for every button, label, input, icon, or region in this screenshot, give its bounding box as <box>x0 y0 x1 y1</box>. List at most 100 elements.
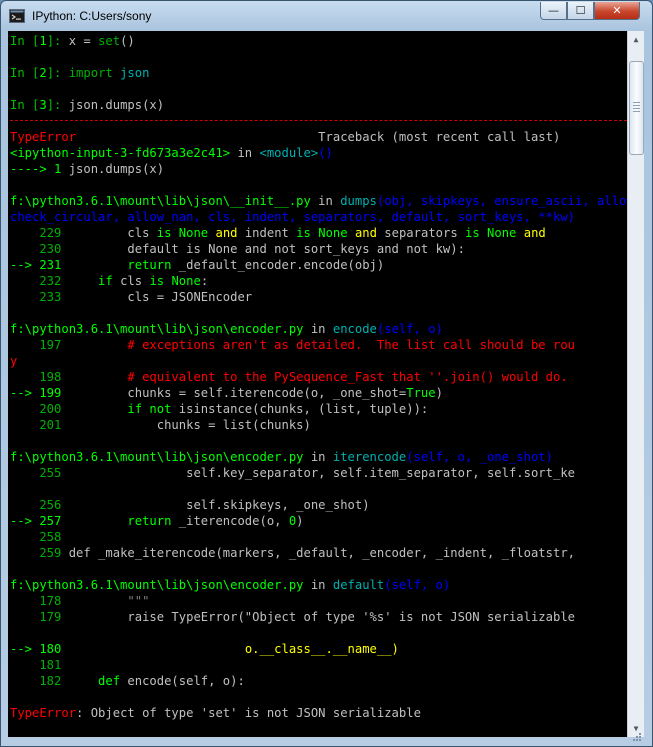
console-text: f:\python3.6.1\mount\lib\json\encoder.py <box>10 450 304 464</box>
console-text: separators <box>384 226 466 240</box>
console-app-icon <box>9 9 25 23</box>
console-text: Traceback (most recent call last) <box>76 130 561 144</box>
console-text: f:\python3.6.1\mount\lib\json\encoder.py <box>10 578 304 592</box>
console-text: 233 <box>10 290 69 304</box>
console-text: : <box>200 274 209 288</box>
console-text: ]: <box>46 34 69 48</box>
console-text: : Object of type 'set' is not JSON seria… <box>76 706 421 720</box>
console-text: 182 <box>10 674 69 688</box>
console-text: ) <box>296 514 304 528</box>
console-text: x = <box>68 34 99 48</box>
console-text: In [ <box>10 34 40 48</box>
console-text: if not <box>68 402 179 416</box>
console-line: 233 cls = JSONEncoder <box>10 289 627 305</box>
console-text: default is None and not sort_keys and no… <box>68 242 465 256</box>
console-line: In [1]: x = set() <box>10 33 627 49</box>
console-text: check_circular, allow_nan, cls, indent, … <box>10 210 575 224</box>
console-text: (self, o) <box>384 578 451 592</box>
console-line: 178 """ <box>10 593 627 609</box>
console-text: _default_encoder.encode(obj) <box>178 258 385 272</box>
console-text: <module> <box>259 146 319 160</box>
console-line: 255 self.key_separator, self.item_separa… <box>10 465 627 481</box>
console-text: def <box>68 674 128 688</box>
console-text: in <box>310 194 341 208</box>
console-line: <ipython-input-3-fd673a3e2c41> in <modul… <box>10 145 627 161</box>
close-button[interactable]: ✕ <box>594 2 640 20</box>
console-line: --> 257 return _iterencode(o, 0) <box>10 513 627 529</box>
title-bar[interactable]: IPython: C:Users/sony — ☐ ✕ <box>1 1 652 31</box>
console-line: 198 # equivalent to the PySequence_Fast … <box>10 369 627 385</box>
maximize-button[interactable]: ☐ <box>567 2 594 20</box>
console-text: 201 <box>10 418 69 432</box>
console-text: cls <box>120 274 150 288</box>
console-text: isinstance(chunks, (list, tuple)): <box>178 402 429 416</box>
console-text: TypeError <box>10 706 77 720</box>
console-text: in <box>303 450 333 464</box>
console-text: --> 180 <box>10 642 69 656</box>
console-line: In [3]: json.dumps(x) <box>10 97 627 113</box>
minimize-button[interactable]: — <box>540 2 567 20</box>
console-text: 229 <box>10 226 69 240</box>
console-text: (self, o) <box>376 322 443 336</box>
console-text: self.skipkeys, _one_shot) <box>68 498 370 512</box>
console-text: # equivalent to the PySequence_Fast that… <box>68 370 568 384</box>
console-output[interactable]: In [1]: x = set() In [2]: import json In [… <box>8 31 627 737</box>
console-text: None <box>171 274 201 288</box>
console-line: 179 raise TypeError("Object of type '%s'… <box>10 609 627 625</box>
console-line: 258 <box>10 529 627 545</box>
console-line: In [2]: import json <box>10 65 627 81</box>
console-text: ) <box>435 386 443 400</box>
console-text: cls = JSONEncoder <box>68 290 253 304</box>
console-text: () <box>120 34 135 48</box>
console-text: In [ <box>10 66 40 80</box>
console-text: ]: <box>46 66 69 80</box>
scroll-up-arrow-icon[interactable]: ▲ <box>628 31 644 48</box>
console-text: True <box>406 386 436 400</box>
console-text: 258 <box>10 530 69 544</box>
console-text: TypeError <box>10 130 77 144</box>
console-text: and <box>208 226 245 240</box>
console-line: check_circular, allow_nan, cls, indent, … <box>10 209 627 225</box>
console-text: None <box>178 226 209 240</box>
console-text: 2 <box>39 66 47 80</box>
console-text: y <box>10 354 18 368</box>
console-text: is <box>296 226 311 240</box>
resize-grip-icon[interactable] <box>627 729 644 746</box>
console-text: in <box>230 146 260 160</box>
console-text: 256 <box>10 498 69 512</box>
console-line: f:\python3.6.1\mount\lib\json\encoder.py… <box>10 449 627 465</box>
console-text: chunks = list(chunks) <box>68 418 311 432</box>
console-text: json <box>120 66 150 80</box>
console-text: import <box>68 66 113 80</box>
vertical-scrollbar[interactable]: ▲ ▼ <box>627 31 644 737</box>
console-text: cls <box>68 226 157 240</box>
console-text: ]: <box>46 98 69 112</box>
console-line: 256 self.skipkeys, _one_shot) <box>10 497 627 513</box>
console-text: ----> 1 <box>10 162 69 176</box>
console-text: chunks = self.iterencode(o, _one_shot= <box>68 386 407 400</box>
console-line: ----> 1 json.dumps(x) <box>10 161 627 177</box>
console-text: (obj, skipkeys, ensure_ascii, allow_nan,… <box>376 194 627 208</box>
scrollbar-thumb[interactable] <box>629 61 644 155</box>
scrollbar-grip-icon <box>633 102 640 112</box>
console-line: 182 def encode(self, o): <box>10 673 627 689</box>
console-text: None <box>318 226 348 240</box>
console-line: TypeError: Object of type 'set' is not J… <box>10 705 627 721</box>
console-line <box>10 113 627 129</box>
console-text: """ <box>68 594 150 608</box>
console-text: return <box>68 514 179 528</box>
console-line: f:\python3.6.1\mount\lib\json\__init__.p… <box>10 193 627 209</box>
console-text: 181 <box>10 658 69 672</box>
console-text: 179 <box>10 610 69 624</box>
